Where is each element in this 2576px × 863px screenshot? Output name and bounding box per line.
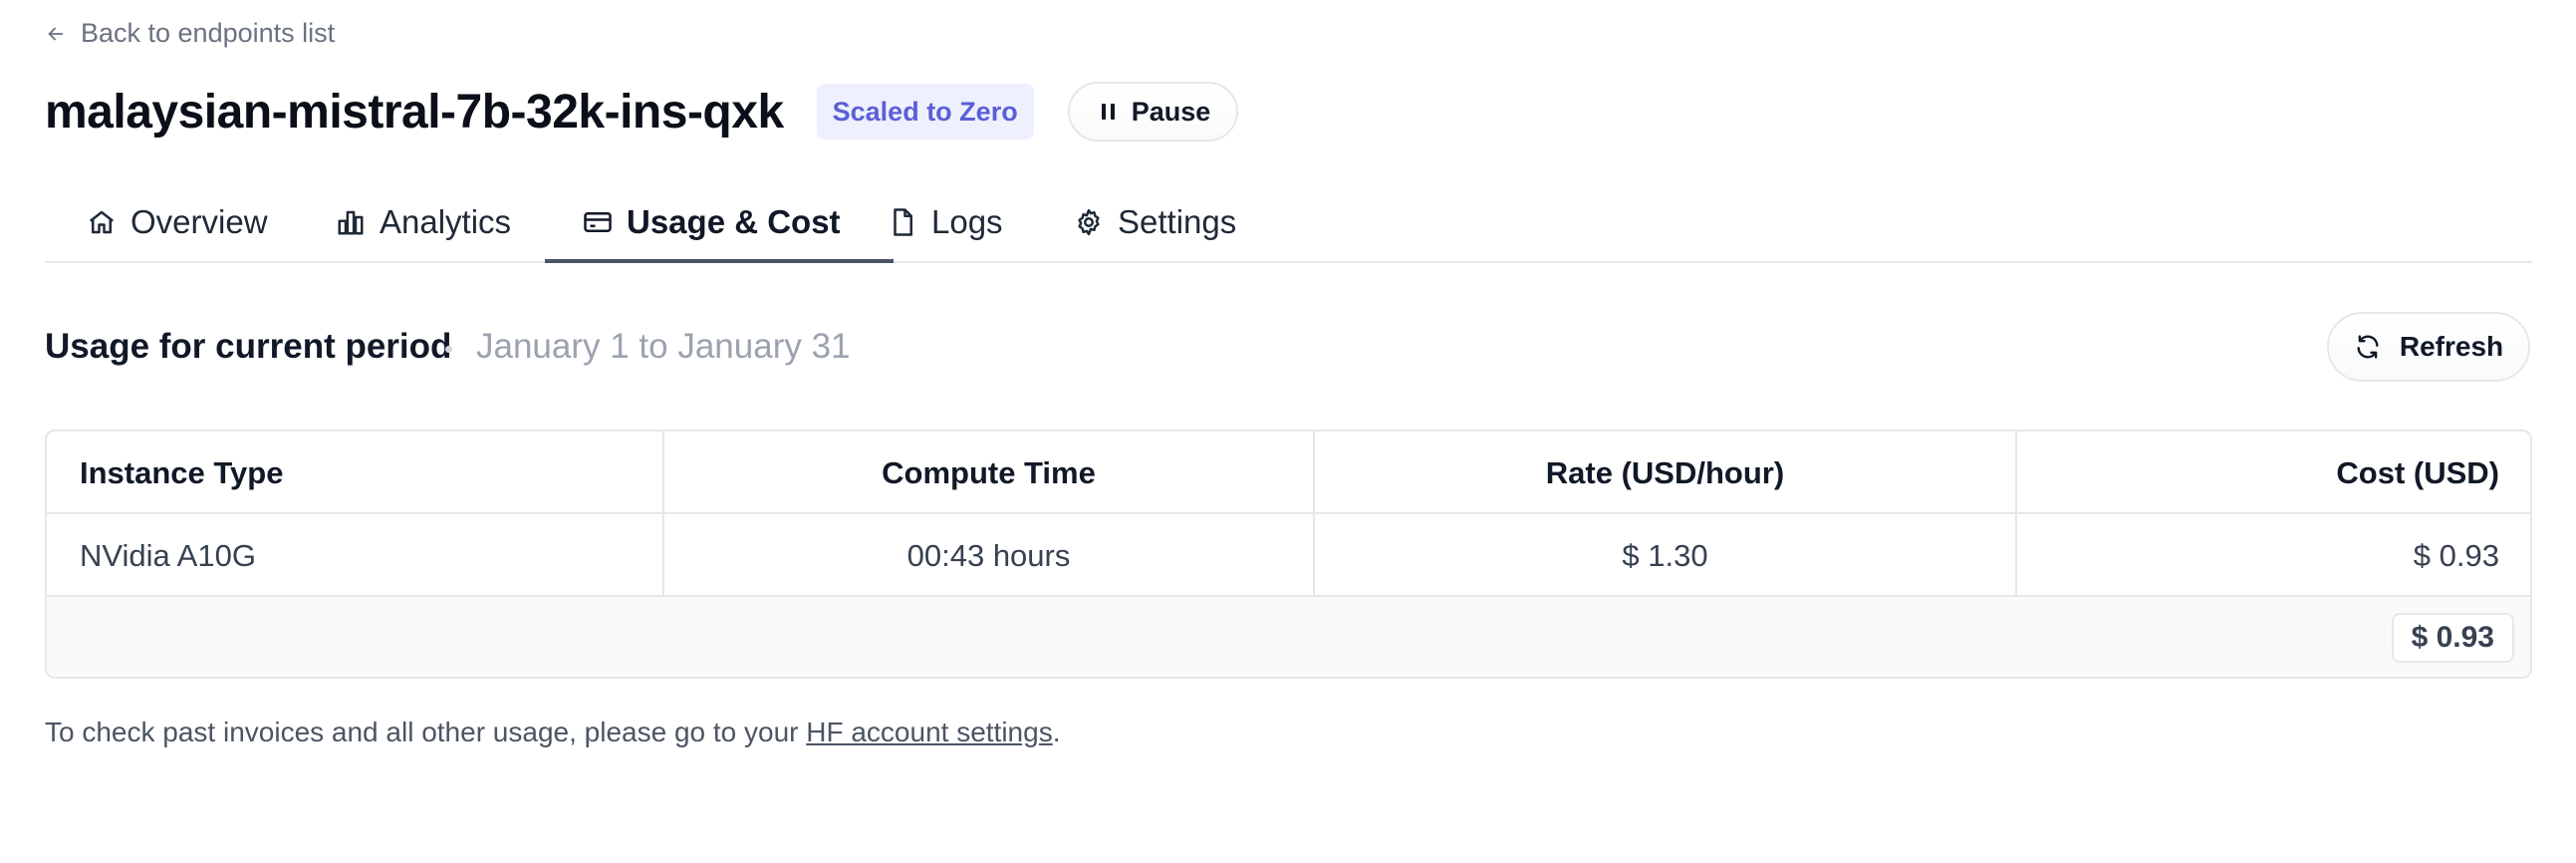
hf-account-settings-link[interactable]: HF account settings: [806, 717, 1052, 747]
footer-text: To check past invoices and all other usa…: [45, 717, 807, 747]
home-icon: [89, 210, 115, 234]
gear-icon: [1078, 208, 1100, 236]
tab-label: Usage & Cost: [627, 203, 841, 240]
pause-button-label: Pause: [1131, 96, 1211, 127]
back-to-endpoints-link[interactable]: Back to endpoints list: [45, 18, 335, 49]
compute-time-cell: 00:43 hours: [664, 514, 1315, 597]
column-header: Cost (USD): [2336, 454, 2499, 490]
active-tab-indicator: [545, 259, 894, 263]
tab-analytics[interactable]: Analytics: [336, 181, 511, 263]
table-row: NVidia A10G 00:43 hours $ 1.30 $ 0.93: [47, 514, 2530, 597]
footer-period: .: [1052, 717, 1061, 747]
tab-overview[interactable]: Overview: [87, 181, 268, 263]
total-cost: $ 0.93: [2391, 613, 2514, 663]
endpoint-header: malaysian-mistral-7b-32k-ins-qxk Scaled …: [45, 80, 1239, 144]
separator-dot: [445, 346, 452, 353]
refresh-button[interactable]: Refresh: [2327, 312, 2530, 382]
page-title: malaysian-mistral-7b-32k-ins-qxk: [45, 85, 784, 139]
table-total-row: $ 0.93: [47, 597, 2530, 677]
refresh-button-label: Refresh: [2399, 331, 2504, 362]
usage-table: Instance Type Compute Time Rate (USD/hou…: [45, 430, 2532, 679]
rate-cell: $ 1.30: [1315, 514, 2017, 597]
column-header: Rate (USD/hour): [1315, 432, 2017, 514]
tab-label: Settings: [1118, 203, 1237, 240]
instance-type-cell: NVidia A10G: [47, 514, 664, 597]
bar-chart-icon: [338, 210, 364, 235]
tab-label: Logs: [931, 203, 1003, 240]
footer-note: To check past invoices and all other usa…: [45, 717, 1060, 748]
back-link-label: Back to endpoints list: [81, 18, 336, 48]
cost-cell: $ 0.93: [2413, 537, 2499, 573]
credit-card-icon: [584, 212, 612, 232]
billing-period: January 1 to January 31: [476, 327, 851, 366]
tab-settings[interactable]: Settings: [1074, 181, 1236, 263]
document-icon: [894, 208, 912, 236]
column-header: Compute Time: [664, 432, 1315, 514]
arrow-left-icon: [48, 27, 64, 40]
refresh-icon: [2357, 335, 2379, 359]
tab-usage-cost[interactable]: Usage & Cost: [583, 181, 841, 263]
pause-icon: [1101, 104, 1115, 120]
usage-section-title: Usage for current period: [45, 327, 452, 366]
endpoint-tabs: Overview Analytics Usage & Cost Logs Set…: [45, 181, 2532, 263]
tab-logs[interactable]: Logs: [888, 181, 1003, 263]
status-badge: Scaled to Zero: [816, 84, 1034, 140]
tab-label: Overview: [130, 203, 268, 240]
table-header-row: Instance Type Compute Time Rate (USD/hou…: [47, 432, 2530, 514]
pause-button[interactable]: Pause: [1067, 82, 1239, 142]
column-header: Instance Type: [47, 432, 664, 514]
tab-label: Analytics: [380, 203, 512, 240]
